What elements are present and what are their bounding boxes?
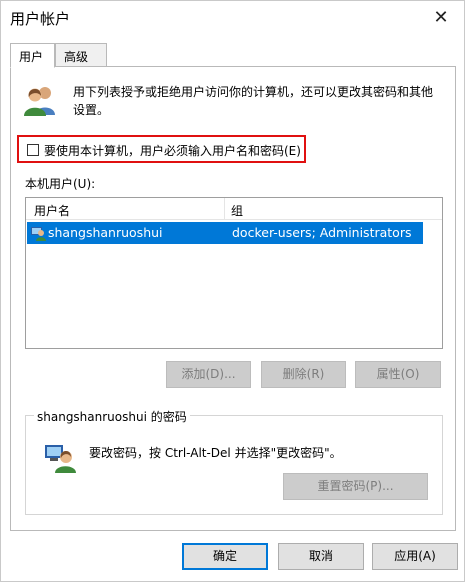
user-accounts-window: 用户帐户 ✕ 用户 高级 用下列表授予或拒绝用户访问你的计算机，还可以更改其密码… [0,0,465,582]
local-users-label: 本机用户(U): [25,177,96,191]
cancel-button[interactable]: 取消 [278,543,364,570]
tab-advanced[interactable]: 高级 [55,43,107,67]
row-group: docker-users; Administrators [232,225,412,240]
title-bar: 用户帐户 ✕ [1,1,464,34]
properties-button[interactable]: 属性(O) [355,361,441,388]
users-icon [24,87,55,116]
column-header-username[interactable]: 用户名 [34,202,70,219]
table-row[interactable]: shangshanruoshui docker-users; Administr… [27,222,423,244]
column-separator[interactable] [224,198,225,220]
row-username: shangshanruoshui [48,225,163,240]
reset-password-button[interactable]: 重置密码(P)... [283,473,428,500]
password-group: shangshanruoshui 的密码 要改密码，按 Ctrl-Alt-Del… [25,408,443,515]
user-key-icon [45,445,76,473]
require-password-highlight: 要使用本计算机，用户必须输入用户名和密码(E) [17,135,306,163]
users-tab-panel: 用下列表授予或拒绝用户访问你的计算机，还可以更改其密码和其他设置。 要使用本计算… [10,66,456,531]
close-icon: ✕ [433,6,449,28]
column-header-group[interactable]: 组 [231,202,243,219]
password-group-title: shangshanruoshui 的密码 [34,408,190,425]
list-header: 用户名 组 [26,198,442,220]
local-users-list[interactable]: 用户名 组 shangshanruoshui docker-users; Adm… [25,197,443,349]
require-password-label[interactable]: 要使用本计算机，用户必须输入用户名和密码(E) [44,142,301,159]
user-icon [31,227,46,241]
apply-button[interactable]: 应用(A) [372,543,458,570]
remove-user-button[interactable]: 删除(R) [261,361,346,388]
add-user-button[interactable]: 添加(D)... [166,361,251,388]
intro-text: 用下列表授予或拒绝用户访问你的计算机，还可以更改其密码和其他设置。 [73,85,434,117]
close-button[interactable]: ✕ [418,1,464,33]
require-password-checkbox[interactable] [27,144,39,156]
tab-users[interactable]: 用户 [10,43,55,68]
ok-button[interactable]: 确定 [182,543,268,570]
window-title: 用户帐户 [10,10,71,28]
password-instructions: 要改密码，按 Ctrl-Alt-Del 并选择"更改密码"。 [89,446,342,460]
